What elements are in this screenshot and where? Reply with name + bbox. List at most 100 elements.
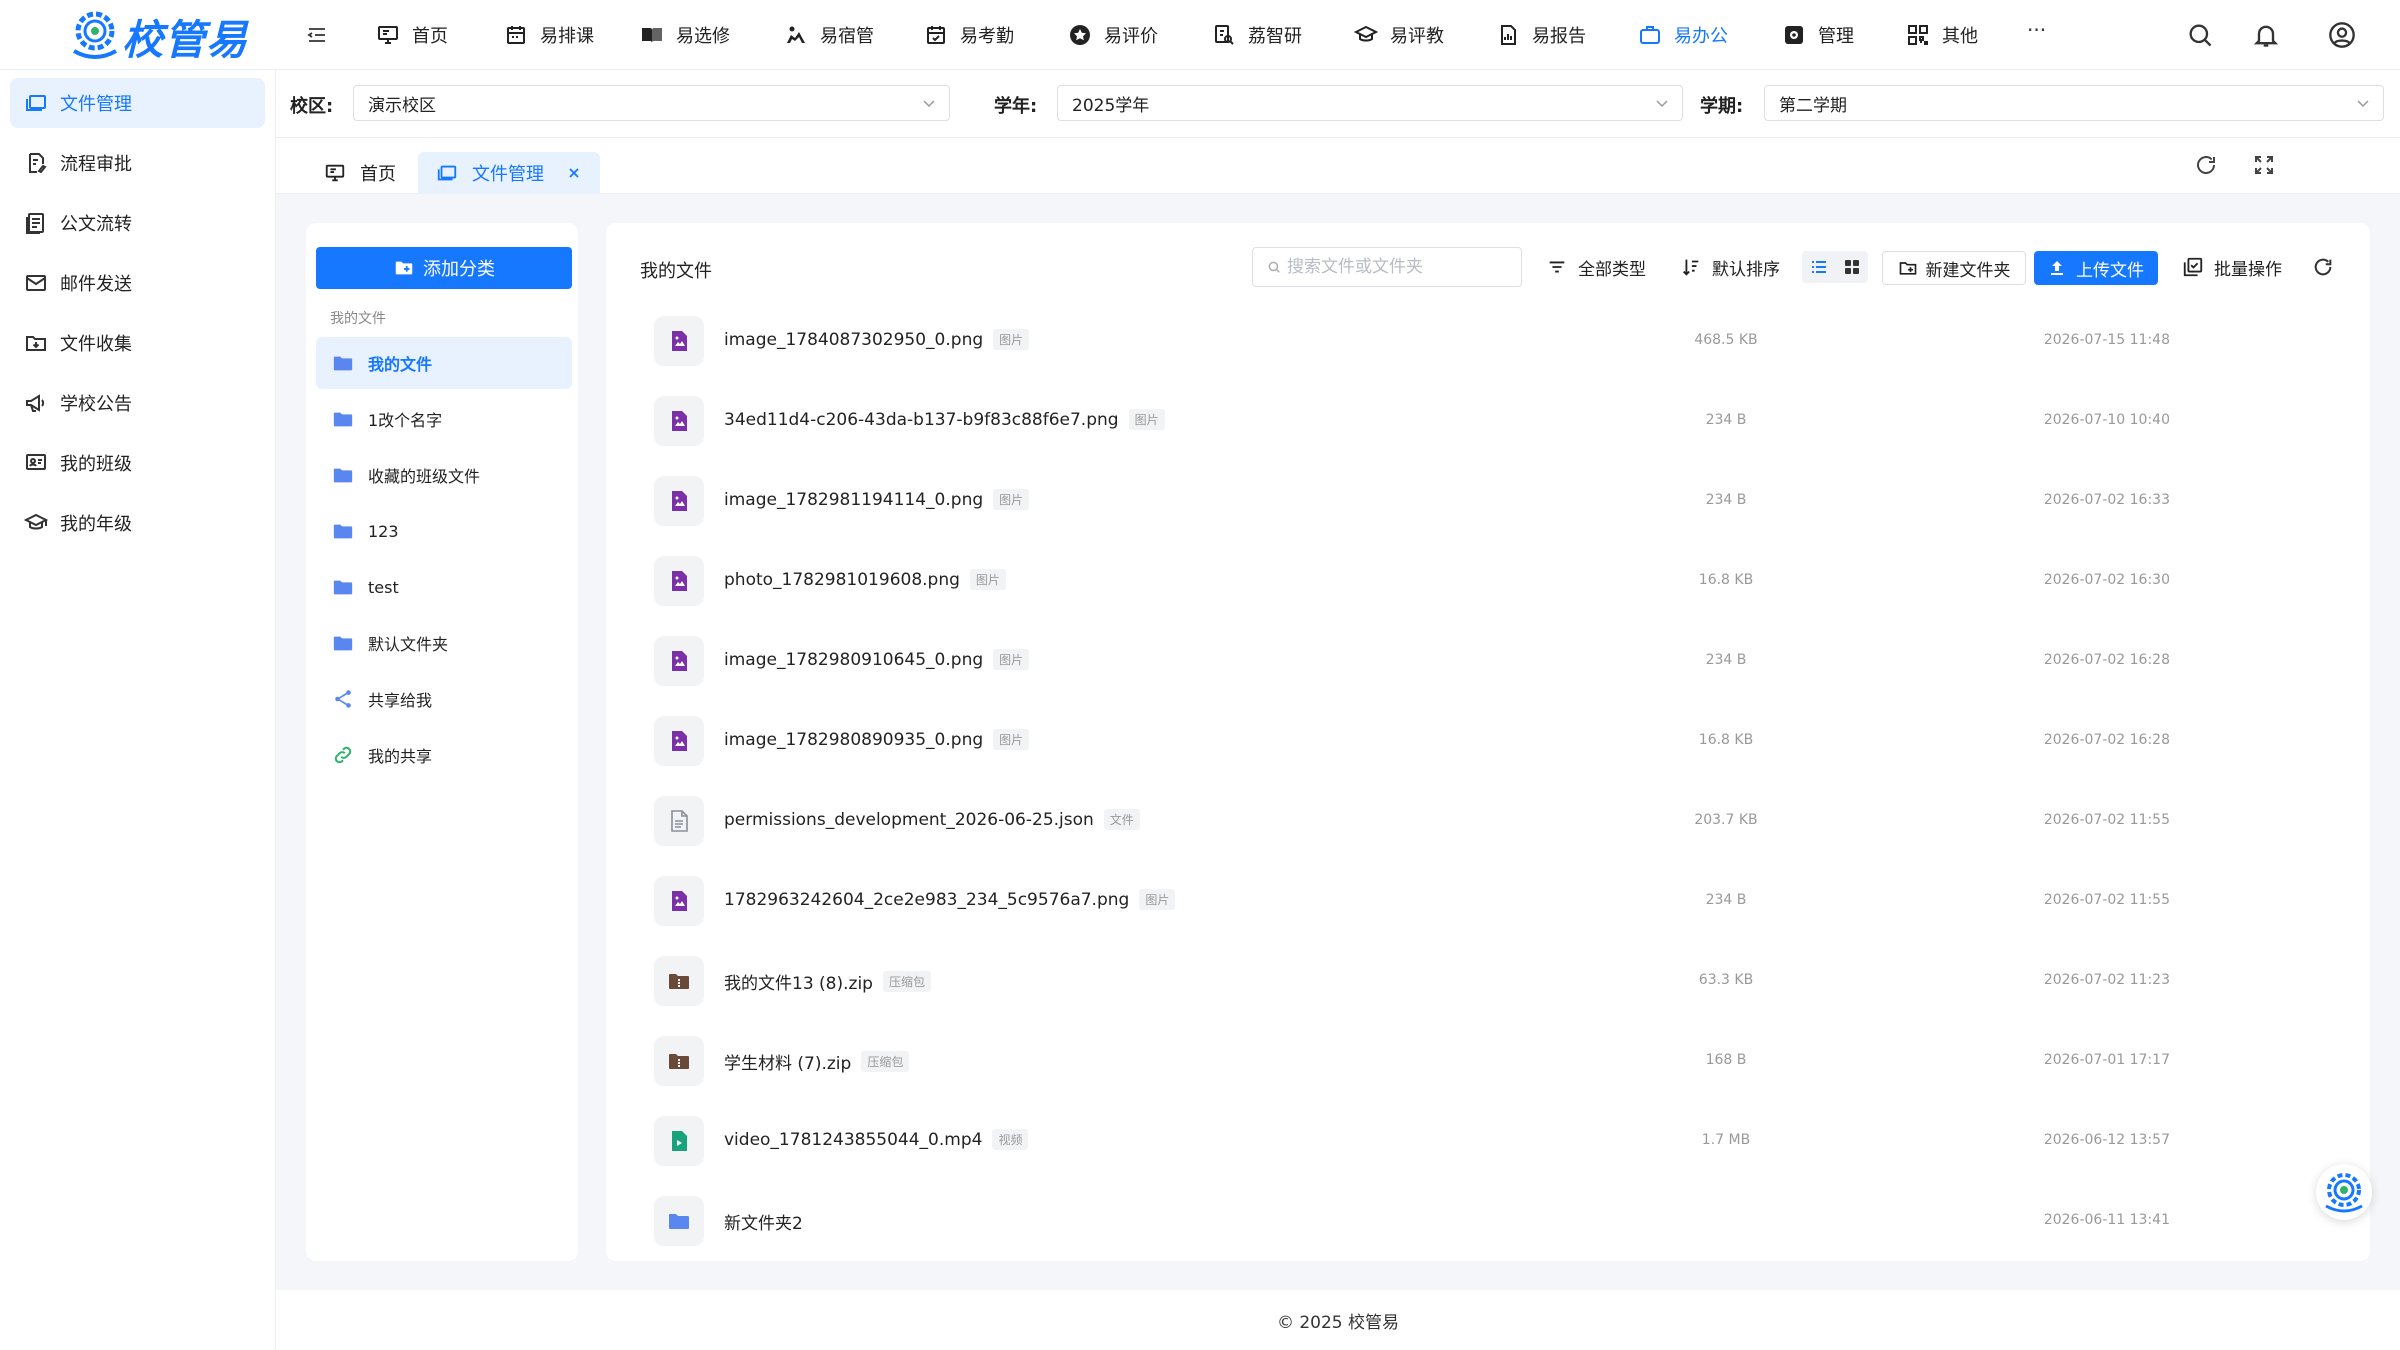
refresh-icon[interactable] <box>2312 256 2334 278</box>
sidebar-item-7[interactable]: 我的年级 <box>10 498 265 548</box>
file-name: image_1782980910645_0.png <box>724 649 984 670</box>
nav-item-label: 易宿管 <box>820 26 874 47</box>
sidebar-item-label: 公文流转 <box>60 214 132 235</box>
star-badge-icon <box>1068 23 1092 47</box>
file-name-cell: 1782963242604_2ce2e983_234_5c9576a7.png … <box>724 889 1176 910</box>
folder-icon <box>332 464 354 486</box>
list-view-icon[interactable] <box>1810 258 1828 276</box>
file-name: 1782963242604_2ce2e983_234_5c9576a7.png <box>724 889 1130 910</box>
category-item-4[interactable]: test <box>316 561 572 613</box>
top-navbar: 校管易 首页 易排课 易选修 易宿管 易考勤 易评价 荔智研 易评教 易报告 易办公 管理 其他 ··… <box>0 0 2400 70</box>
category-item-1[interactable]: 1改个名字 <box>316 393 572 445</box>
nav-item-label: 其他 <box>1942 26 1978 47</box>
tab-file-management[interactable]: 文件管理 <box>418 152 600 194</box>
search-box[interactable] <box>1252 247 1522 287</box>
nav-item-3[interactable]: 易宿管 <box>784 18 874 52</box>
nav-item-label: 易评教 <box>1390 26 1444 47</box>
assistant-float-button[interactable] <box>2316 1164 2372 1220</box>
search-icon[interactable] <box>2186 21 2214 49</box>
tab-home[interactable]: 首页 <box>306 152 414 194</box>
new-folder-button[interactable]: 新建文件夹 <box>1882 251 2026 285</box>
folder-window-icon <box>24 91 48 115</box>
chevron-down-icon <box>921 95 937 111</box>
chevron-down-icon <box>2355 95 2371 111</box>
sidebar-item-label: 我的年级 <box>60 514 132 535</box>
link-icon <box>332 744 354 766</box>
nav-item-7[interactable]: 易评教 <box>1354 18 1444 52</box>
new-folder-label: 新建文件夹 <box>1925 260 2011 281</box>
sidebar-item-0[interactable]: 文件管理 <box>10 78 265 128</box>
file-row[interactable]: video_1781243855044_0.mp4 视频 1.7 MB 2026… <box>606 1103 2370 1183</box>
zip-file-icon <box>667 969 691 993</box>
file-row[interactable]: permissions_development_2026-06-25.json … <box>606 783 2370 863</box>
category-item-2[interactable]: 收藏的班级文件 <box>316 449 572 501</box>
nav-item-9[interactable]: 易办公 <box>1638 18 1728 52</box>
file-row[interactable]: 1782963242604_2ce2e983_234_5c9576a7.png … <box>606 863 2370 943</box>
folder-icon <box>332 576 354 598</box>
nav-item-10[interactable]: 管理 <box>1782 18 1854 52</box>
nav-item-1[interactable]: 易排课 <box>504 18 594 52</box>
sidebar-item-label: 文件管理 <box>60 94 132 115</box>
reload-icon[interactable] <box>2194 153 2218 177</box>
fullscreen-icon[interactable] <box>2252 153 2276 177</box>
file-row[interactable]: photo_1782981019608.png 图片 16.8 KB 2026-… <box>606 543 2370 623</box>
tab-label: 首页 <box>360 164 396 185</box>
calendar-check-icon <box>924 23 948 47</box>
file-row[interactable]: 我的文件13 (8).zip 压缩包 63.3 KB 2026-07-02 11… <box>606 943 2370 1023</box>
sidebar-item-5[interactable]: 学校公告 <box>10 378 265 428</box>
nav-item-0[interactable]: 首页 <box>376 18 448 52</box>
folder-collect-icon <box>24 331 48 355</box>
app-logo[interactable]: 校管易 <box>70 6 248 66</box>
user-avatar-icon[interactable] <box>2328 21 2356 49</box>
upload-button[interactable]: 上传文件 <box>2034 251 2158 285</box>
category-item-7[interactable]: 我的共享 <box>316 729 572 781</box>
file-icon-box <box>654 316 704 366</box>
term-select[interactable]: 第二学期 <box>1764 85 2384 121</box>
grid-view-icon[interactable] <box>1843 258 1861 276</box>
nav-item-8[interactable]: 易报告 <box>1496 18 1586 52</box>
file-row[interactable]: image_1782980890935_0.png 图片 16.8 KB 202… <box>606 703 2370 783</box>
sidebar-item-6[interactable]: 我的班级 <box>10 438 265 488</box>
sidebar-item-4[interactable]: 文件收集 <box>10 318 265 368</box>
category-label: 收藏的班级文件 <box>368 467 481 486</box>
category-item-3[interactable]: 123 <box>316 505 572 557</box>
sort-button[interactable]: 默认排序 <box>1680 247 1780 287</box>
file-row[interactable]: image_1782981194114_0.png 图片 234 B 2026-… <box>606 463 2370 543</box>
batch-operation-button[interactable]: 批量操作 <box>2182 247 2282 287</box>
category-label: 123 <box>368 521 399 541</box>
file-row[interactable]: 学生材料 (7).zip 压缩包 168 B 2026-07-01 17:17 <box>606 1023 2370 1103</box>
search-input[interactable] <box>1287 257 1507 277</box>
file-row[interactable]: 34ed11d4-c206-43da-b137-b9f83c88f6e7.png… <box>606 383 2370 463</box>
bell-icon[interactable] <box>2252 21 2280 49</box>
nav-more-button[interactable]: ··· <box>2027 18 2046 42</box>
file-row[interactable]: image_1782980910645_0.png 图片 234 B 2026-… <box>606 623 2370 703</box>
video-file-icon <box>667 1129 691 1153</box>
year-select[interactable]: 2025学年 <box>1057 85 1683 121</box>
batch-label: 批量操作 <box>2214 259 2282 280</box>
monitor-icon <box>376 23 400 47</box>
sidebar-item-3[interactable]: 邮件发送 <box>10 258 265 308</box>
nav-item-5[interactable]: 易评价 <box>1068 18 1158 52</box>
sidebar-item-2[interactable]: 公文流转 <box>10 198 265 248</box>
sidebar-item-1[interactable]: 流程审批 <box>10 138 265 188</box>
nav-item-6[interactable]: 荔智研 <box>1212 18 1302 52</box>
nav-item-2[interactable]: 易选修 <box>640 18 730 52</box>
file-row[interactable]: image_1784087302950_0.png 图片 468.5 KB 20… <box>606 303 2370 383</box>
file-size: 1.7 MB <box>1701 1132 1751 1148</box>
add-category-button[interactable]: 添加分类 <box>316 247 572 289</box>
category-item-0[interactable]: 我的文件 <box>316 337 572 389</box>
logo-gear-icon <box>70 9 120 63</box>
menu-collapse-icon[interactable] <box>305 23 329 47</box>
campus-select[interactable]: 演示校区 <box>353 85 950 121</box>
file-row[interactable]: 新文件夹2 2026-06-11 13:41 <box>606 1183 2370 1261</box>
nav-item-11[interactable]: 其他 <box>1906 18 1978 52</box>
type-filter-button[interactable]: 全部类型 <box>1546 247 1646 287</box>
category-label: test <box>368 577 399 597</box>
close-icon[interactable] <box>566 165 582 181</box>
category-label: 我的文件 <box>368 355 433 374</box>
tab-label: 文件管理 <box>472 164 544 185</box>
category-item-5[interactable]: 默认文件夹 <box>316 617 572 669</box>
category-item-6[interactable]: 共享给我 <box>316 673 572 725</box>
nav-item-4[interactable]: 易考勤 <box>924 18 1014 52</box>
monitor-icon <box>324 162 346 184</box>
